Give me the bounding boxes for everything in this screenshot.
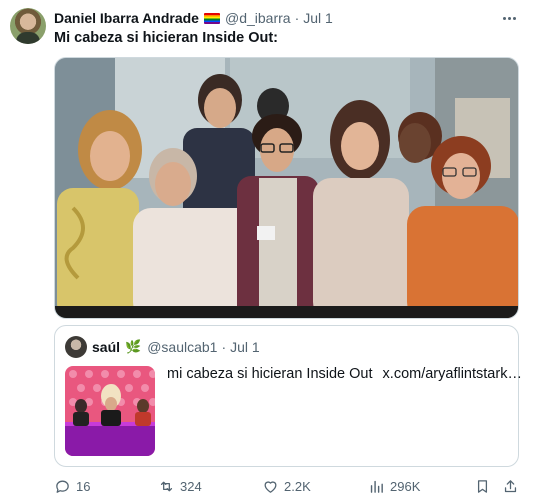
like-count: 2.2K [284, 478, 311, 494]
author-avatar[interactable] [10, 8, 46, 44]
group-photo-image [55, 58, 518, 318]
reply-icon [56, 480, 69, 493]
tweet-date[interactable]: Jul 1 [303, 10, 333, 26]
repost-icon [160, 481, 173, 491]
quoted-tweet-body: mi cabeza si hicieran Inside Out [167, 366, 373, 382]
bookmark-icon [477, 479, 488, 493]
quoted-tweet[interactable]: saúl 🌿 @saulcab1 · Jul 1 mi cabeza si hi… [54, 325, 522, 467]
quoted-author-handle[interactable]: @saulcab1 [147, 339, 217, 355]
quoted-tweet-header: saúl 🌿 @saulcab1 · Jul 1 [92, 337, 260, 357]
tweet-header: Daniel Ibarra Andrade @d_ibarra · Jul 1 [54, 9, 333, 27]
analytics-icon [370, 480, 383, 493]
share-button[interactable] [502, 476, 519, 496]
share-icon [504, 479, 517, 492]
view-count: 296K [390, 478, 421, 494]
repost-button[interactable]: 324 [158, 476, 202, 496]
bookmark-button[interactable] [474, 476, 491, 496]
separator-dot: · [221, 339, 227, 355]
more-options-icon[interactable] [499, 9, 519, 27]
author-handle[interactable]: @d_ibarra [225, 10, 291, 26]
tweet-photo[interactable] [54, 57, 519, 319]
rainbow-flag-icon [203, 12, 220, 24]
tv-show-thumbnail-image [65, 366, 155, 456]
quoted-tweet-link[interactable]: x.com/aryaflintstark… [383, 366, 522, 382]
herb-icon: 🌿 [125, 339, 142, 354]
tweet-text: Mi cabeza si hicieran Inside Out: [54, 30, 279, 46]
separator-dot: · [294, 10, 300, 26]
quoted-tweet-date[interactable]: Jul 1 [230, 339, 260, 355]
quoted-author-name[interactable]: saúl [92, 339, 120, 355]
tweet: Daniel Ibarra Andrade @d_ibarra · Jul 1 … [0, 0, 533, 504]
reply-button[interactable]: 16 [54, 476, 90, 496]
repost-count: 324 [180, 478, 202, 494]
action-bar: 16 324 2.2K 296K [54, 476, 524, 496]
quoted-tweet-text: mi cabeza si hicieran Inside Out x.com/a… [167, 366, 522, 382]
like-button[interactable]: 2.2K [262, 476, 311, 496]
heart-icon [264, 480, 277, 493]
quoted-media-thumbnail[interactable] [65, 366, 155, 456]
reply-count: 16 [76, 478, 91, 494]
author-name[interactable]: Daniel Ibarra Andrade [54, 10, 199, 26]
quoted-author-avatar[interactable] [65, 336, 87, 358]
views-button[interactable]: 296K [368, 476, 420, 496]
